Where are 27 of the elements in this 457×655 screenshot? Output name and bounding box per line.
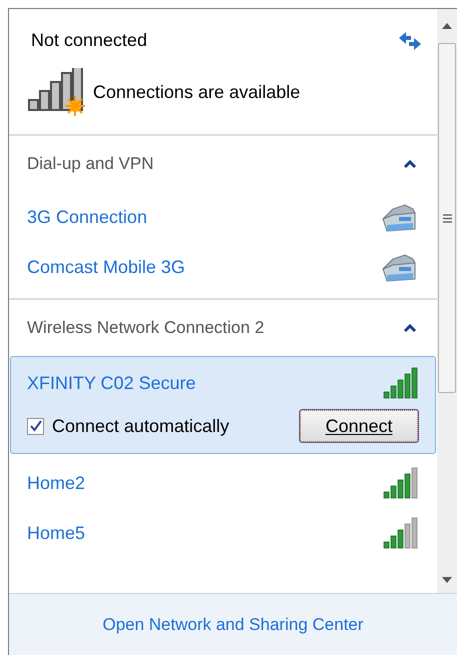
network-name: Home2 — [27, 472, 86, 494]
refresh-icon[interactable] — [397, 30, 423, 52]
network-item[interactable]: Home5 — [9, 508, 437, 558]
checkmark-icon — [30, 420, 42, 432]
network-item[interactable]: XFINITY C02 Secure Connect automatically Connect — [10, 356, 436, 454]
scroll-down-arrow-icon[interactable] — [442, 577, 452, 583]
collapse-icon[interactable] — [403, 159, 417, 169]
network-name: Comcast Mobile 3G — [27, 256, 186, 278]
checkbox-label: Connect automatically — [52, 414, 230, 438]
connections-available-text: Connections are available — [93, 80, 300, 104]
connect-button[interactable]: Connect — [299, 409, 419, 443]
network-item[interactable]: Home2 — [9, 458, 437, 508]
scrollbar[interactable] — [437, 9, 457, 593]
collapse-icon[interactable] — [403, 323, 417, 333]
section-header: Wireless Network Connection 2 — [27, 317, 264, 340]
connection-status-title: Not connected — [31, 29, 148, 52]
network-sharing-center-link[interactable]: Open Network and Sharing Center — [102, 612, 364, 638]
scrollbar-thumb[interactable] — [438, 43, 456, 393]
section-header: Dial-up and VPN — [27, 153, 154, 176]
grip-icon — [442, 214, 452, 222]
network-name: 3G Connection — [27, 206, 148, 228]
network-item[interactable]: 3G Connection — [9, 192, 437, 242]
checkbox[interactable] — [27, 418, 44, 434]
network-name: XFINITY C02 Secure — [27, 372, 196, 394]
network-item[interactable]: Comcast Mobile 3G — [9, 242, 437, 292]
network-name: Home5 — [27, 522, 86, 544]
scroll-up-arrow-icon[interactable] — [442, 23, 452, 29]
